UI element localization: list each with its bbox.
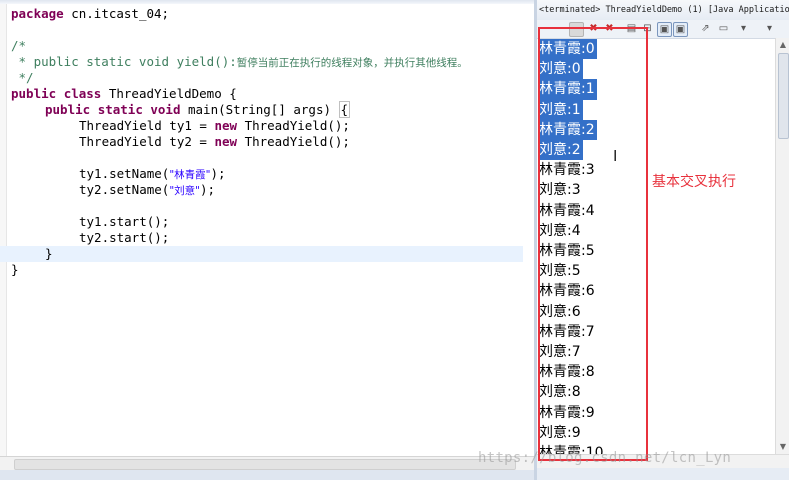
keyword: class	[63, 86, 102, 101]
chevron-down-icon[interactable]: ▾	[737, 22, 750, 35]
keyword: package	[11, 6, 64, 21]
code-line-package: package cn.itcast_04;	[11, 6, 169, 22]
scrollbar-thumb[interactable]	[778, 53, 789, 139]
matched-brace: {	[338, 101, 351, 118]
open-console-icon[interactable]: ▾	[763, 22, 776, 35]
method-signature: main(String[] args)	[180, 102, 339, 117]
code-line-ty1-setname: ty1.setName("林青霞");	[79, 166, 226, 182]
code-text: ThreadYield ty2 =	[79, 134, 215, 149]
console-status-strip	[537, 468, 789, 480]
string-literal: "林青霞"	[169, 169, 211, 181]
code-text: ThreadYield();	[237, 118, 350, 133]
pin-console-icon[interactable]: ⇗	[699, 22, 712, 35]
annotation-label: 基本交叉执行	[652, 174, 736, 190]
scroll-up-icon[interactable]: ▲	[776, 38, 789, 52]
string-literal: "刘意"	[169, 185, 200, 197]
code-text: ty2.setName(	[79, 182, 170, 197]
code-line-comment-body: * public static void yield():暂停当前正在执行的线程…	[11, 54, 468, 70]
scroll-down-icon[interactable]: ▼	[776, 440, 789, 454]
package-name: cn.itcast_04;	[63, 6, 170, 21]
keyword: public	[45, 102, 91, 117]
display-console-icon[interactable]: ▭	[717, 22, 730, 35]
class-name: ThreadYieldDemo {	[101, 86, 237, 101]
keyword: new	[214, 134, 238, 149]
code-line-comment-close: */	[11, 70, 34, 85]
code-text: );	[199, 182, 216, 197]
code-line-ty2-setname: ty2.setName("刘意");	[79, 182, 215, 198]
code-line-main-decl: public static void main(String[] args) {	[45, 101, 351, 118]
keyword: static	[97, 102, 143, 117]
watermark: https://blog.csdn.net/lcn_Lyn	[478, 450, 732, 466]
scrollbar-thumb[interactable]	[14, 459, 516, 470]
code-line-current: }	[0, 246, 523, 262]
code-line-ty2-start: ty2.start();	[79, 230, 170, 245]
console-title: <terminated> ThreadYieldDemo (1) [Java A…	[539, 5, 789, 15]
code-line-ty1-new: ThreadYield ty1 = new ThreadYield();	[79, 118, 350, 134]
code-text: ThreadYield();	[237, 134, 350, 149]
code-text: ty1.setName(	[79, 166, 170, 181]
console-vertical-scrollbar[interactable]: ▲ ▼	[775, 38, 789, 454]
code-text: );	[210, 166, 226, 181]
comment-text-cjk: 暂停当前正在执行的线程对象，并执行其他线程。	[236, 57, 468, 69]
code-line-ty2-new: ThreadYield ty2 = new ThreadYield();	[79, 134, 350, 150]
code-line-ty1-start: ty1.start();	[79, 214, 170, 229]
show-on-output-icon[interactable]: ▣	[657, 22, 672, 37]
code-editor[interactable]: package cn.itcast_04; /* * public static…	[0, 0, 534, 480]
keyword: void	[150, 102, 181, 117]
code-line-comment-open: /*	[11, 38, 27, 53]
editor-status-strip	[0, 470, 534, 480]
editor-tab-strip	[0, 0, 534, 4]
keyword: public	[11, 86, 57, 101]
code-text: ThreadYield ty1 =	[79, 118, 215, 133]
annotation-highlight-box	[538, 27, 648, 461]
keyword: new	[214, 118, 238, 133]
editor-horizontal-scrollbar[interactable]	[0, 456, 534, 471]
console-header: <terminated> ThreadYieldDemo (1) [Java A…	[537, 0, 789, 21]
code-line-class-close: }	[11, 262, 19, 277]
show-on-error-icon[interactable]: ▣	[673, 22, 688, 37]
code-line-class-decl: public class ThreadYieldDemo {	[11, 86, 237, 102]
editor-gutter	[0, 4, 7, 456]
comment-text: * public static void yield():	[11, 54, 237, 69]
